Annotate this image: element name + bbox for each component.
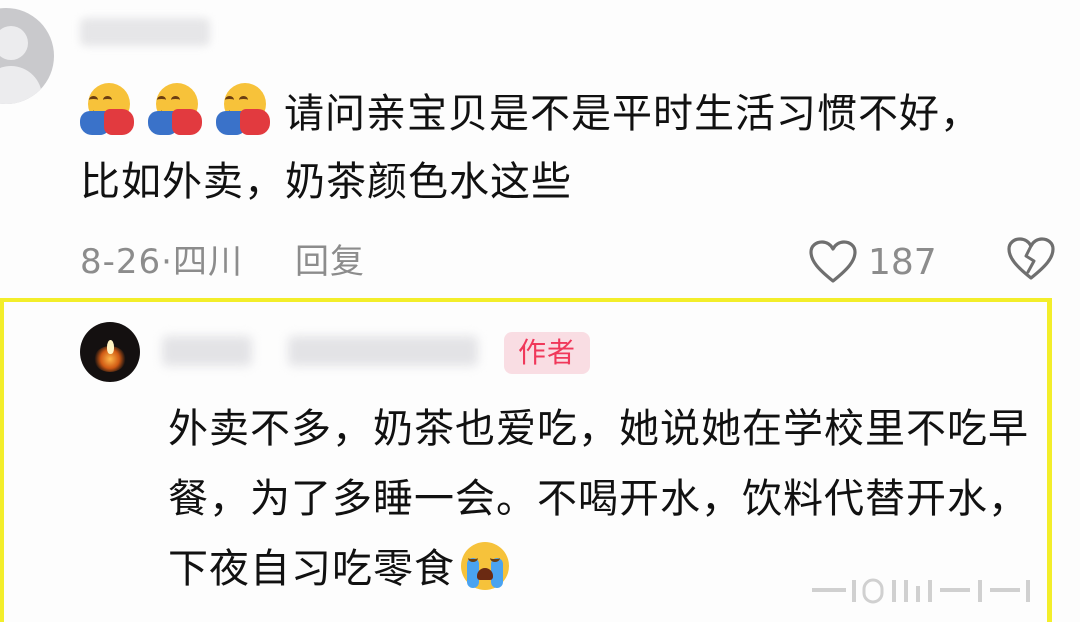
comment-body: 请问亲宝贝是不是平时生活习惯不好，比如外卖，奶茶颜色水这些 <box>80 80 1020 216</box>
loudly-crying-face-emoji-icon <box>459 540 511 592</box>
like-count: 187 <box>868 241 937 283</box>
watermark <box>812 576 1062 610</box>
comment-location: 四川 <box>172 242 243 282</box>
broken-heart-icon[interactable] <box>1006 236 1056 282</box>
author-reply-body: 外卖不多，奶茶也爱吃，她说她在学校里不吃早餐，为了多睡一会。不喝开水，饮料代替开… <box>168 394 1044 604</box>
candle-flame <box>107 340 114 354</box>
comment-thread-screenshot: 请问亲宝贝是不是平时生活习惯不好，比如外卖，奶茶颜色水这些 8-26·四川 回复 … <box>0 0 1080 622</box>
like-button[interactable]: 187 <box>808 236 937 288</box>
avatar-placeholder-head <box>0 26 28 60</box>
user-avatar[interactable] <box>0 8 54 104</box>
meta-separator: · <box>161 242 173 282</box>
comment-date: 8-26 <box>80 242 162 282</box>
comment-meta: 8-26·四川 回复 <box>80 238 365 286</box>
reply-button[interactable]: 回复 <box>295 242 365 282</box>
hugging-face-emoji-icon <box>216 81 272 137</box>
hugging-face-emoji-icon <box>80 81 136 137</box>
blurred-username[interactable] <box>80 18 210 46</box>
heart-icon <box>809 240 857 283</box>
author-badge: 作者 <box>504 332 590 374</box>
author-avatar[interactable] <box>80 322 140 382</box>
avatar-placeholder-body <box>0 66 42 104</box>
hugging-face-emoji-icon <box>148 81 204 137</box>
blurred-author-name[interactable] <box>162 336 252 366</box>
blurred-author-name-part <box>288 336 478 366</box>
author-reply-text: 外卖不多，奶茶也爱吃，她说她在学校里不吃早餐，为了多睡一会。不喝开水，饮料代替开… <box>168 406 1029 592</box>
